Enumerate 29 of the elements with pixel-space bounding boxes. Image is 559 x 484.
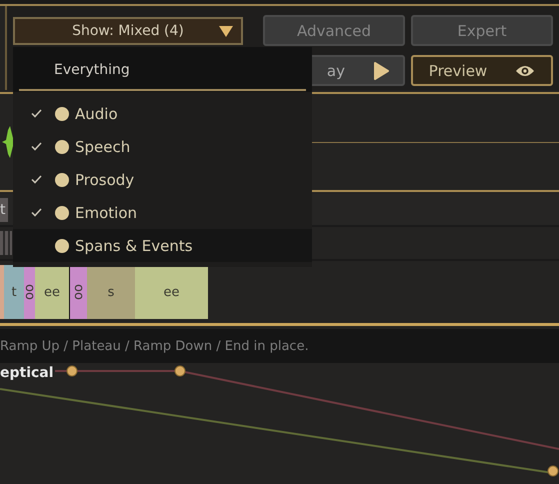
- phoneme-segment[interactable]: t: [4, 265, 24, 319]
- play-icon: [373, 62, 389, 80]
- show-dropdown[interactable]: Show: Mixed (4): [13, 17, 243, 45]
- phoneme-segment[interactable]: ee: [35, 265, 69, 319]
- phoneme-segment[interactable]: oo: [24, 265, 35, 319]
- phoneme-segment[interactable]: s: [87, 265, 135, 319]
- side-button[interactable]: t: [0, 198, 8, 222]
- dot-icon: [55, 106, 69, 120]
- menu-item[interactable]: Emotion: [13, 196, 312, 229]
- menu-item[interactable]: Everything: [54, 62, 130, 78]
- dot-icon: [55, 140, 69, 154]
- menu-item[interactable]: Spans & Events: [13, 229, 312, 262]
- menu-item[interactable]: Audio: [13, 97, 312, 130]
- control-point[interactable]: [548, 466, 558, 476]
- control-point[interactable]: [66, 366, 78, 376]
- caret-icon: [219, 26, 233, 37]
- dot-icon: [55, 238, 69, 252]
- menu-item[interactable]: Speech: [13, 130, 312, 163]
- track-handle[interactable]: [0, 231, 12, 255]
- dot-icon: [55, 206, 69, 220]
- dot-icon: [55, 172, 69, 186]
- phoneme-segment[interactable]: ee: [135, 265, 208, 319]
- control-point[interactable]: [174, 366, 186, 376]
- menu-item[interactable]: Prosody: [13, 163, 312, 196]
- curve-label: eptical: [0, 365, 54, 381]
- eye-icon: [515, 64, 536, 78]
- hint-text: Ramp Up / Plateau / Ramp Down / End in place.: [0, 329, 559, 363]
- preview-button[interactable]: Preview: [411, 55, 553, 86]
- phoneme-segment[interactable]: oo: [69, 265, 87, 319]
